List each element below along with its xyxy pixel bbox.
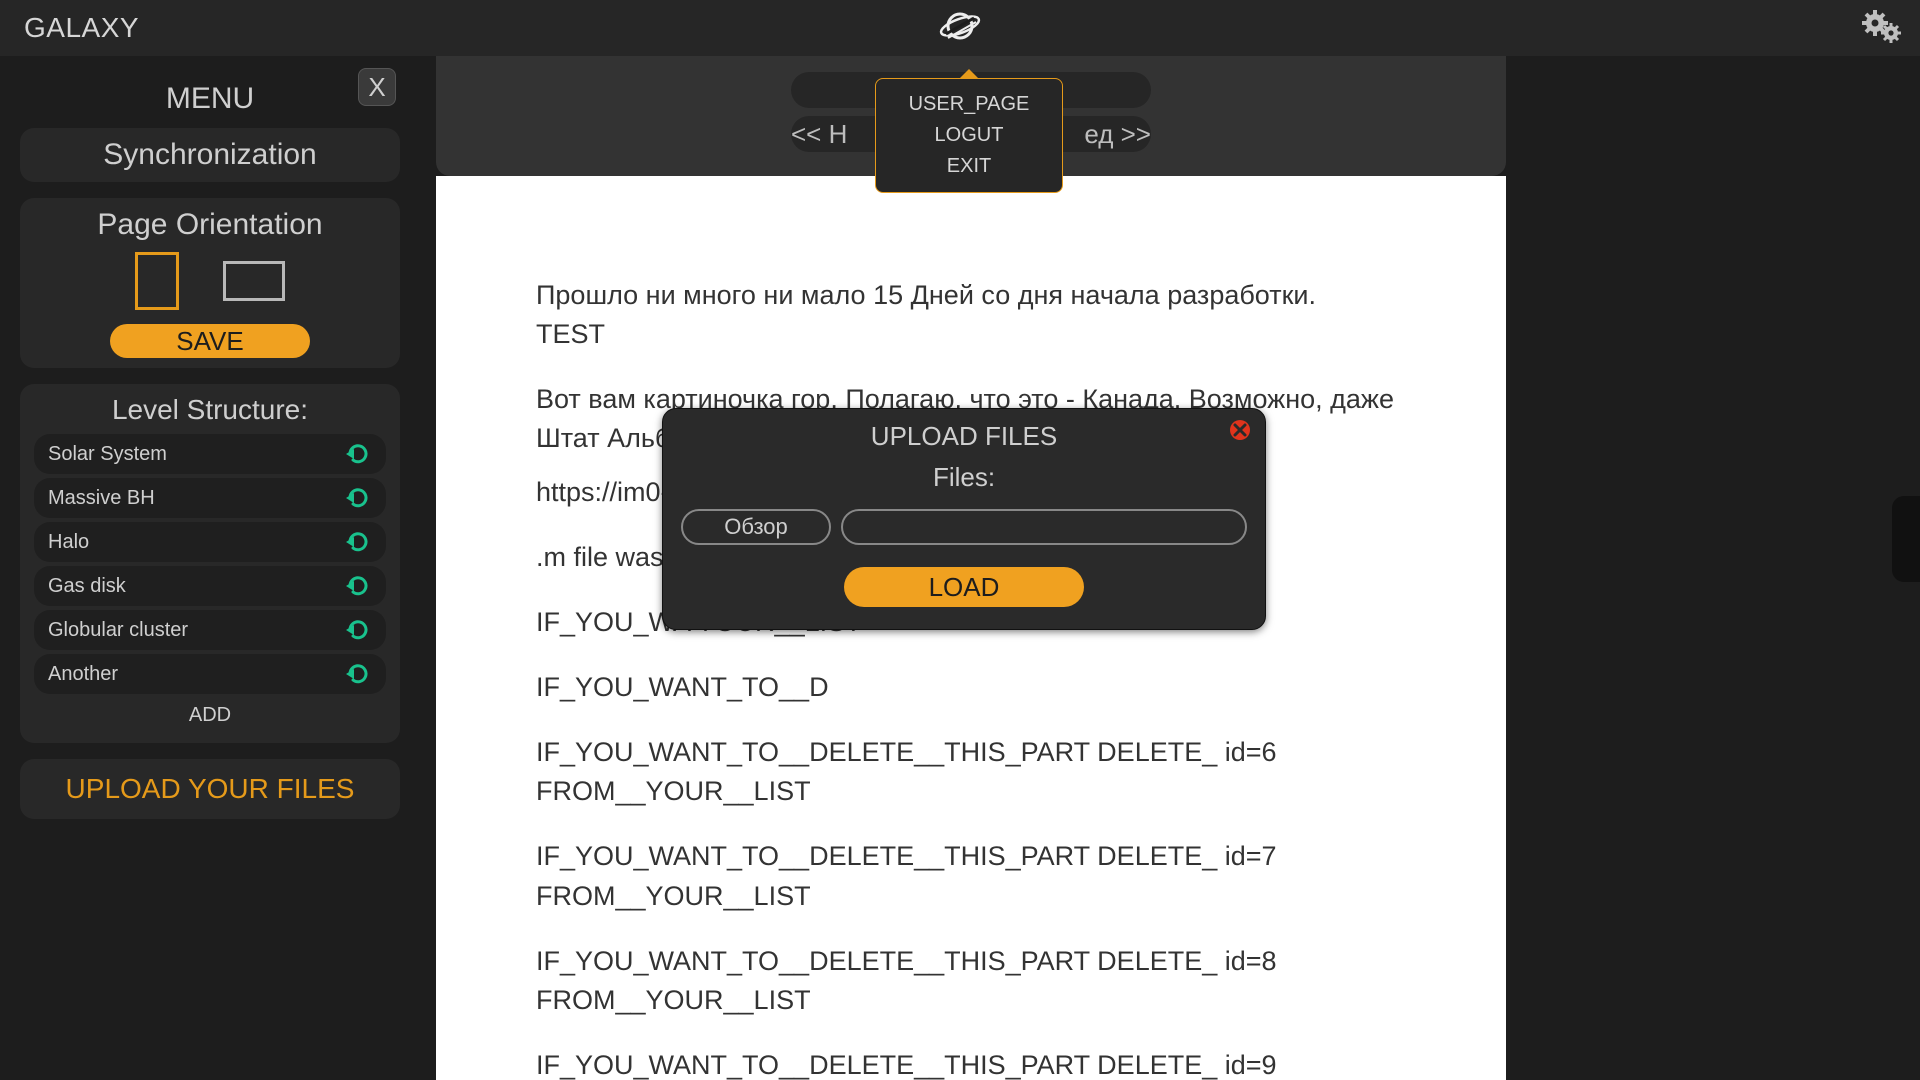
browse-button[interactable]: Обзор [681,509,831,545]
level-item-label: Another [48,663,118,686]
reload-icon[interactable] [346,664,372,684]
page-text: IF_YOU_WANT_TO__DELETE__THIS_PART DELETE… [536,1046,1446,1080]
level-item-label: Halo [48,531,89,554]
reload-icon[interactable] [346,532,372,552]
orientation-portrait[interactable] [135,252,179,310]
settings-icon[interactable] [1862,10,1902,46]
reload-icon[interactable] [346,488,372,508]
user-menu-userpage[interactable]: USER_PAGE [876,89,1062,120]
level-item-label: Massive BH [48,487,155,510]
upload-modal: UPLOAD FILES Files: Обзор LOAD [662,408,1266,630]
level-item-another[interactable]: Another [34,654,386,694]
sync-section[interactable]: Synchronization [20,128,400,182]
orientation-section: Page Orientation SAVE [20,198,400,368]
save-button[interactable]: SAVE [110,324,310,358]
level-item-solar-system[interactable]: Solar System [34,434,386,474]
level-item-globular-cluster[interactable]: Globular cluster [34,610,386,650]
level-item-label: Solar System [48,443,167,466]
level-item-massive-bh[interactable]: Massive BH [34,478,386,518]
upload-files-button[interactable]: UPLOAD YOUR FILES [20,759,400,819]
page-text: IF_YOU_WANT_TO__DELETE__THIS_PART DELETE… [536,942,1446,1020]
upload-modal-title: UPLOAD FILES [681,421,1247,452]
load-button[interactable]: LOAD [844,567,1084,607]
app-title: GALAXY [24,12,139,44]
close-icon[interactable] [1229,419,1251,446]
reload-icon[interactable] [346,576,372,596]
level-structure-section: Level Structure: Solar System Massive BH… [20,384,400,743]
orientation-landscape[interactable] [223,261,285,301]
right-edge-handle[interactable] [1892,496,1920,582]
page-text: IF_YOU_WANT_TO__DELETE__THIS_PART DELETE… [536,837,1446,915]
level-item-gas-disk[interactable]: Gas disk [34,566,386,606]
upload-modal-files-label: Files: [681,462,1247,493]
reload-icon[interactable] [346,444,372,464]
logo-icon[interactable] [938,4,982,53]
user-menu-logout[interactable]: LOGUT [876,120,1062,151]
level-item-halo[interactable]: Halo [34,522,386,562]
nav-prev-fragment: << Н [791,119,847,150]
page-text: Прошло ни много ни мало 15 Дней со дня н… [536,276,1446,354]
level-structure-label: Level Structure: [34,394,386,426]
close-menu-button[interactable]: X [358,68,396,106]
sidebar: X MENU Synchronization Page Orientation … [0,56,420,1080]
add-level-button[interactable]: ADD [34,698,386,733]
level-item-label: Gas disk [48,575,126,598]
topbar: GALAXY [0,0,1920,56]
page-text: IF_YOU_WANT_TO__DELETE__THIS_PART DELETE… [536,733,1446,811]
user-menu-exit[interactable]: EXIT [876,151,1062,182]
reload-icon[interactable] [346,620,372,640]
level-item-label: Globular cluster [48,619,188,642]
orientation-label: Page Orientation [34,208,386,242]
file-path-input[interactable] [841,509,1247,545]
menu-title: MENU [20,82,400,116]
user-menu: USER_PAGE LOGUT EXIT [875,78,1063,193]
page-text: IF_YOU_WANT_TO__D [536,668,1446,707]
sync-label: Synchronization [34,138,386,172]
nav-next-fragment: ед >> [1084,119,1151,150]
